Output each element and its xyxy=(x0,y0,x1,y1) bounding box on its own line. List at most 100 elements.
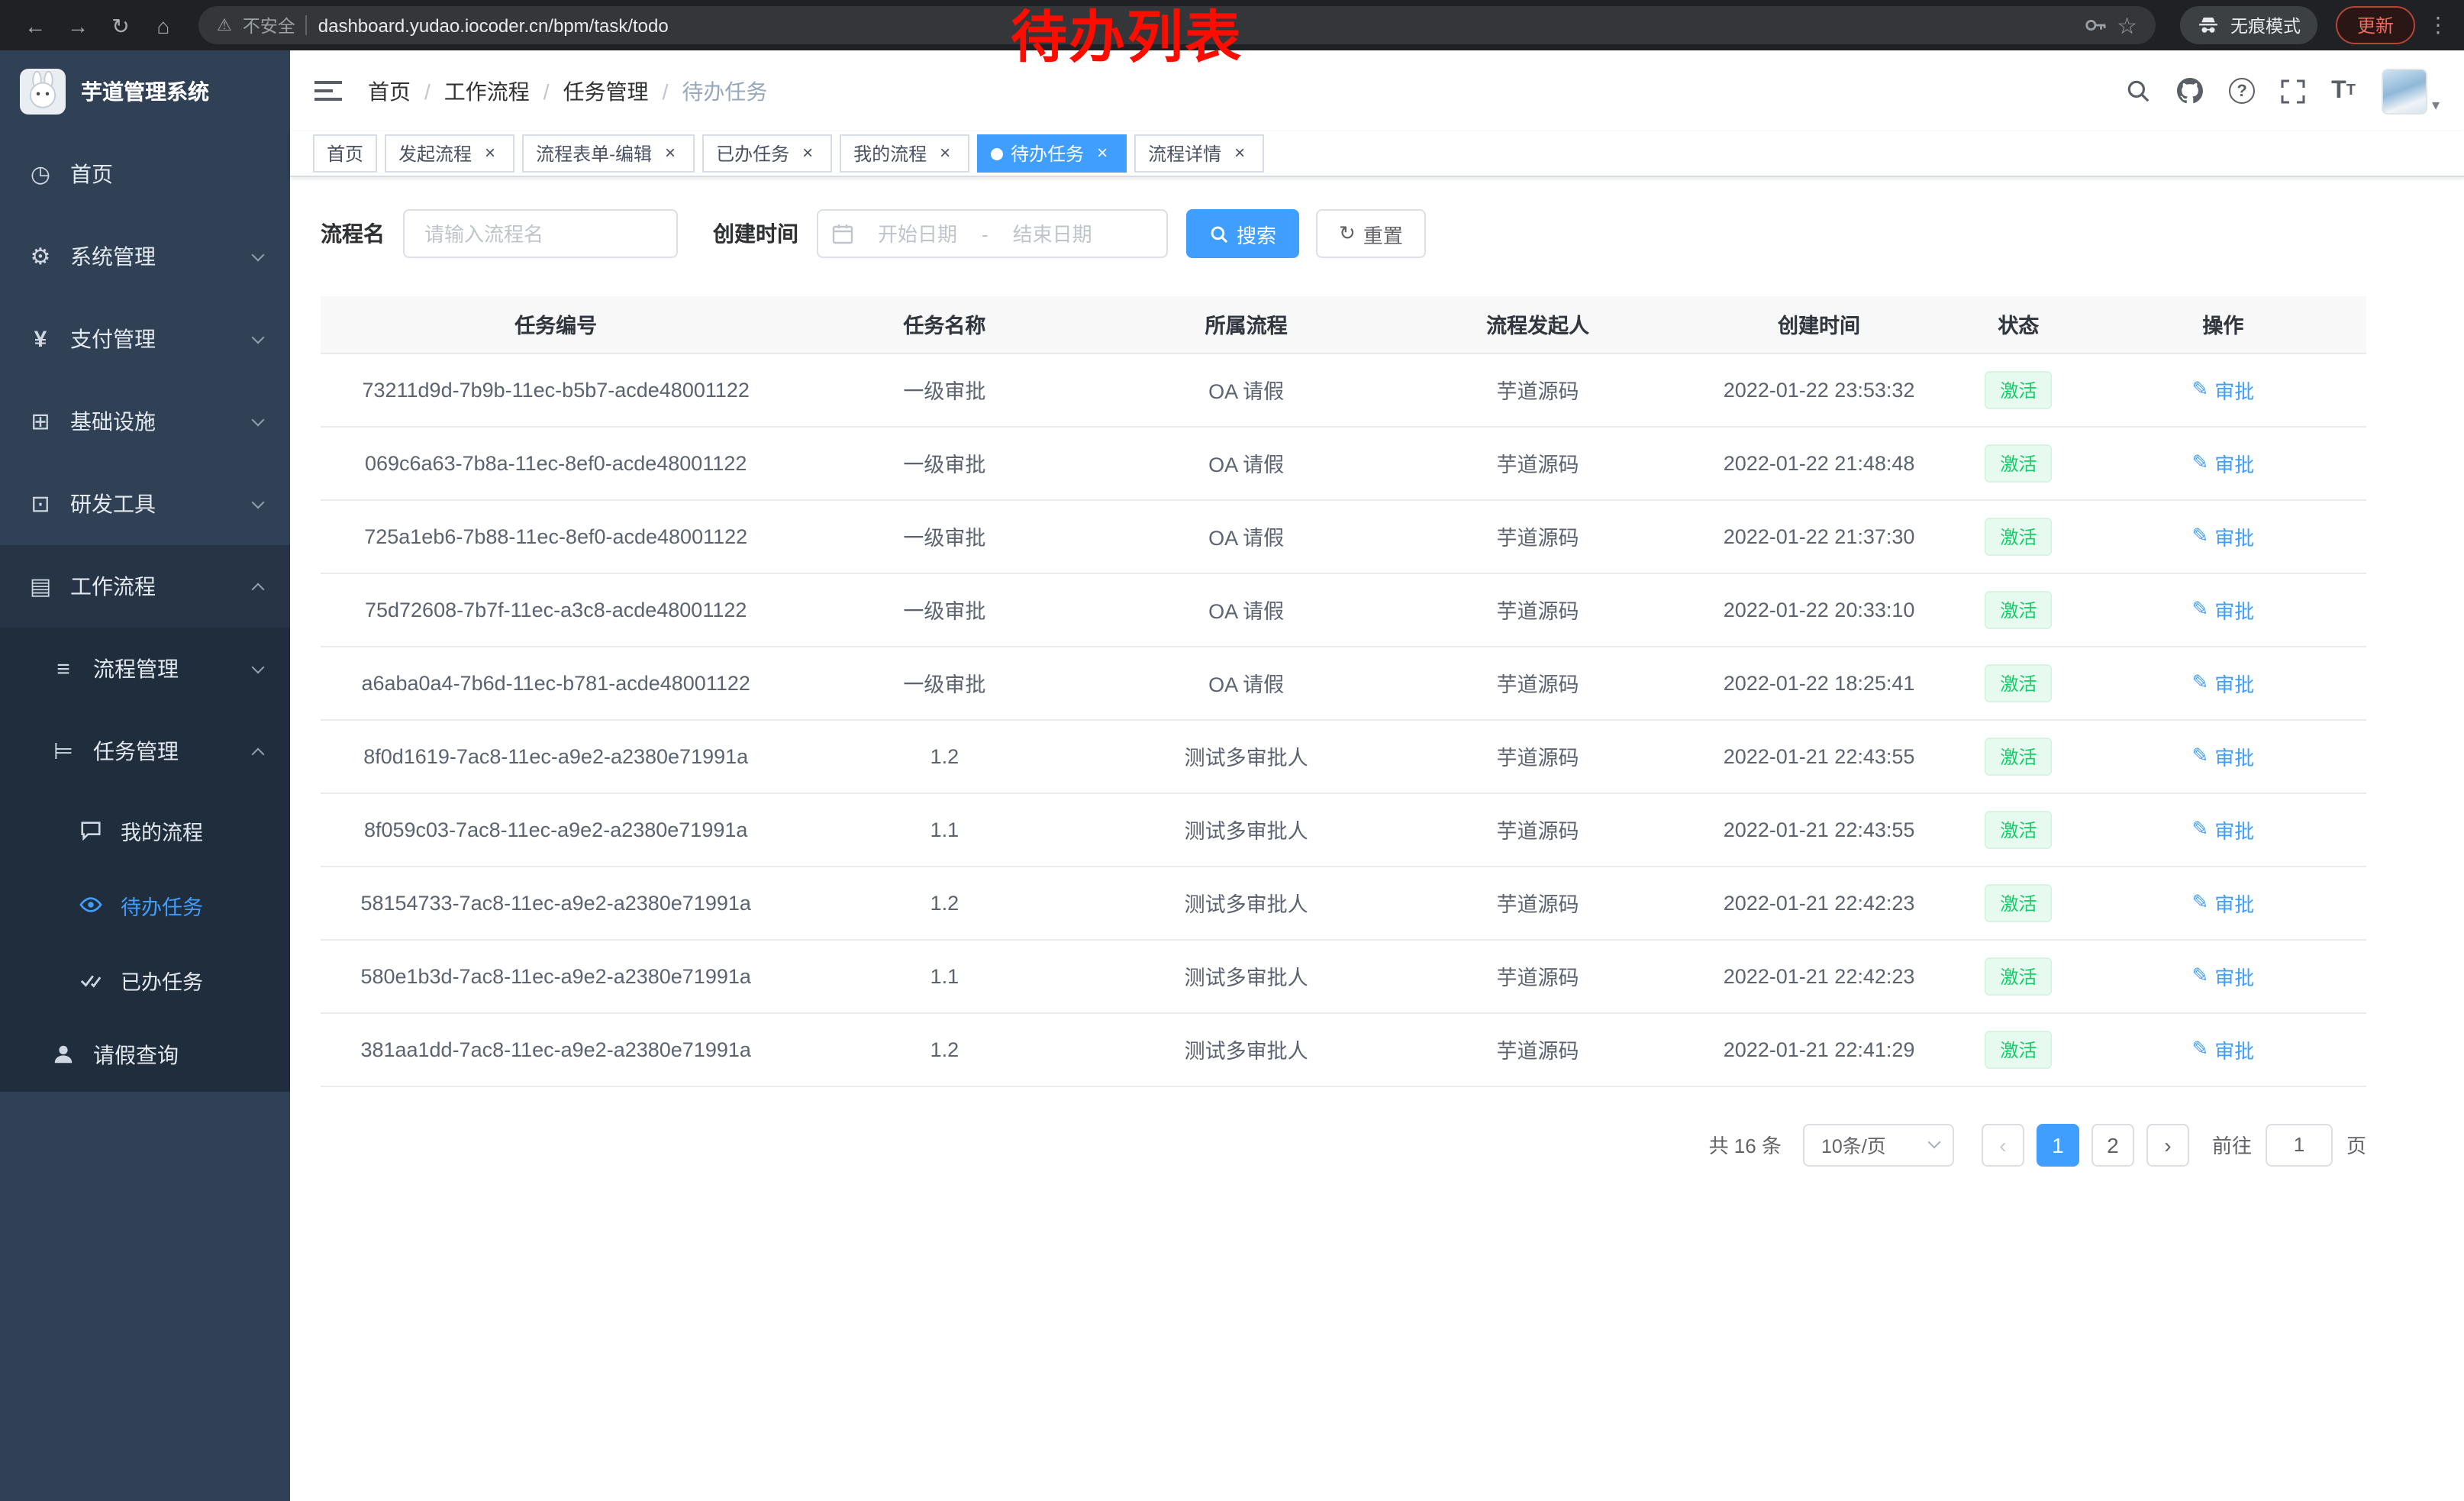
reset-button[interactable]: ↻ 重置 xyxy=(1316,209,1426,258)
sidebar-item-task-management[interactable]: ⊨ 任务管理 xyxy=(0,710,290,792)
table-row: 73211d9d-7b9b-11ec-b5b7-acde48001122 一级审… xyxy=(321,353,2366,426)
column-header: 任务编号 xyxy=(321,296,791,353)
approve-link[interactable]: ✎审批 xyxy=(2191,448,2254,477)
breadcrumb-separator: / xyxy=(543,79,550,103)
help-icon[interactable]: ? xyxy=(2229,78,2255,104)
create-time-range-picker[interactable]: - xyxy=(817,209,1168,258)
task-name-cell: 1.2 xyxy=(791,719,1098,792)
approve-link[interactable]: ✎审批 xyxy=(2191,741,2254,770)
chevron-down-icon xyxy=(252,331,265,344)
process-cell: 测试多审批人 xyxy=(1098,866,1395,939)
start-date-input[interactable] xyxy=(861,222,974,245)
sidebar-item-devtools[interactable]: ⊡ 研发工具 xyxy=(0,463,290,545)
sidebar-item-done-tasks[interactable]: 已办任务 xyxy=(0,942,290,1017)
eye-icon xyxy=(78,893,104,916)
sidebar-toggle-icon[interactable] xyxy=(314,79,342,102)
created-cell: 2022-01-21 22:43:55 xyxy=(1681,792,1957,866)
approve-link[interactable]: ✎审批 xyxy=(2191,375,2254,404)
breadcrumb-item[interactable]: 任务管理 xyxy=(563,76,649,106)
filter-bar: 流程名 创建时间 - 搜索 xyxy=(321,209,2366,258)
url-text: dashboard.yudao.iocoder.cn/bpm/task/todo xyxy=(318,15,669,36)
home-icon[interactable]: ⌂ xyxy=(144,5,183,45)
approve-link[interactable]: ✎审批 xyxy=(2191,961,2254,990)
sidebar-item-infrastructure[interactable]: ⊞ 基础设施 xyxy=(0,380,290,463)
task-id-cell: a6aba0a4-7b6d-11ec-b781-acde48001122 xyxy=(321,646,791,719)
sidebar-item-my-processes[interactable]: 我的流程 xyxy=(0,792,290,867)
created-cell: 2022-01-22 21:48:48 xyxy=(1681,426,1957,499)
breadcrumb-separator: / xyxy=(663,79,669,103)
process-list-icon: ≡ xyxy=(50,656,76,682)
font-size-icon[interactable]: TT xyxy=(2331,79,2356,103)
approve-link[interactable]: ✎审批 xyxy=(2191,668,2254,697)
sidebar-item-label: 待办任务 xyxy=(121,889,203,920)
sidebar-item-label: 基础设施 xyxy=(70,406,156,437)
approve-label: 审批 xyxy=(2214,741,2254,770)
close-icon[interactable]: × xyxy=(479,143,501,164)
approve-link[interactable]: ✎审批 xyxy=(2191,1035,2254,1064)
sidebar-item-workflow[interactable]: ▤ 工作流程 xyxy=(0,545,290,628)
tab-todo-tasks[interactable]: 待办任务 × xyxy=(977,134,1127,173)
page-size-select[interactable]: 10条/页 xyxy=(1803,1123,1954,1166)
sidebar-item-system[interactable]: ⚙ 系统管理 xyxy=(0,215,290,298)
key-icon[interactable] xyxy=(2083,14,2106,37)
sidebar-item-label: 工作流程 xyxy=(70,571,156,602)
tab-process-form-edit[interactable]: 流程表单-编辑 × xyxy=(522,134,695,173)
approve-label: 审批 xyxy=(2214,595,2254,624)
tab-home[interactable]: 首页 xyxy=(313,134,377,173)
forward-icon[interactable]: → xyxy=(58,5,98,45)
user-menu[interactable]: ▾ xyxy=(2382,68,2440,114)
search-button[interactable]: 搜索 xyxy=(1186,209,1299,258)
approve-link[interactable]: ✎审批 xyxy=(2191,595,2254,624)
prev-page-button[interactable]: ‹ xyxy=(1982,1123,2024,1166)
sidebar-item-home[interactable]: ◷ 首页 xyxy=(0,133,290,215)
goto-page-input[interactable] xyxy=(2266,1123,2333,1166)
status-badge: 激活 xyxy=(1985,444,2052,482)
tab-done-tasks[interactable]: 已办任务 × xyxy=(702,134,832,173)
close-icon[interactable]: × xyxy=(1092,143,1113,164)
sidebar-item-leave-query[interactable]: 请假查询 xyxy=(0,1017,290,1092)
tab-start-process[interactable]: 发起流程 × xyxy=(385,134,514,173)
next-page-button[interactable]: › xyxy=(2146,1123,2189,1166)
tab-process-detail[interactable]: 流程详情 × xyxy=(1134,134,1264,173)
tab-my-processes[interactable]: 我的流程 × xyxy=(840,134,969,173)
reload-icon[interactable]: ↻ xyxy=(101,5,140,45)
search-icon[interactable] xyxy=(2125,78,2151,104)
close-icon[interactable]: × xyxy=(797,143,818,164)
close-icon[interactable]: × xyxy=(1229,143,1250,164)
approve-label: 审批 xyxy=(2214,668,2254,697)
status-badge: 激活 xyxy=(1985,1030,2052,1068)
sidebar-item-process-management[interactable]: ≡ 流程管理 xyxy=(0,628,290,710)
tab-label: 发起流程 xyxy=(398,140,472,166)
approve-link[interactable]: ✎审批 xyxy=(2191,815,2254,844)
approve-link[interactable]: ✎审批 xyxy=(2191,888,2254,917)
status-badge: 激活 xyxy=(1985,883,2052,922)
created-cell: 2022-01-22 18:25:41 xyxy=(1681,646,1957,719)
initiator-cell: 芋道源码 xyxy=(1395,353,1681,426)
table-row: 58154733-7ac8-11ec-a9e2-a2380e71991a 1.2… xyxy=(321,866,2366,939)
breadcrumb-item[interactable]: 首页 xyxy=(368,76,411,106)
task-name-cell: 1.1 xyxy=(791,939,1098,1012)
close-icon[interactable]: × xyxy=(934,143,956,164)
menu-kebab-icon[interactable]: ⋮ xyxy=(2427,12,2449,38)
back-icon[interactable]: ← xyxy=(15,5,55,45)
process-name-input[interactable] xyxy=(403,209,678,258)
process-cell: OA 请假 xyxy=(1098,646,1395,719)
page-button-1[interactable]: 1 xyxy=(2037,1123,2079,1166)
column-header: 流程发起人 xyxy=(1395,296,1681,353)
approve-link[interactable]: ✎审批 xyxy=(2191,521,2254,550)
app-logo[interactable]: 芋道管理系统 xyxy=(0,50,290,133)
column-header: 所属流程 xyxy=(1098,296,1395,353)
update-button[interactable]: 更新 xyxy=(2336,6,2415,44)
bookmark-star-icon[interactable]: ☆ xyxy=(2117,11,2137,39)
page-button-2[interactable]: 2 xyxy=(2091,1123,2134,1166)
sidebar-item-todo-tasks[interactable]: 待办任务 xyxy=(0,867,290,942)
divider xyxy=(306,15,308,35)
avatar[interactable] xyxy=(2382,68,2427,114)
close-icon[interactable]: × xyxy=(660,143,681,164)
end-date-input[interactable] xyxy=(996,222,1109,245)
github-icon[interactable] xyxy=(2177,78,2203,104)
fullscreen-icon[interactable] xyxy=(2281,79,2305,103)
sidebar-item-payment[interactable]: ¥ 支付管理 xyxy=(0,298,290,380)
chat-icon xyxy=(78,818,104,841)
breadcrumb-item[interactable]: 工作流程 xyxy=(444,76,530,106)
